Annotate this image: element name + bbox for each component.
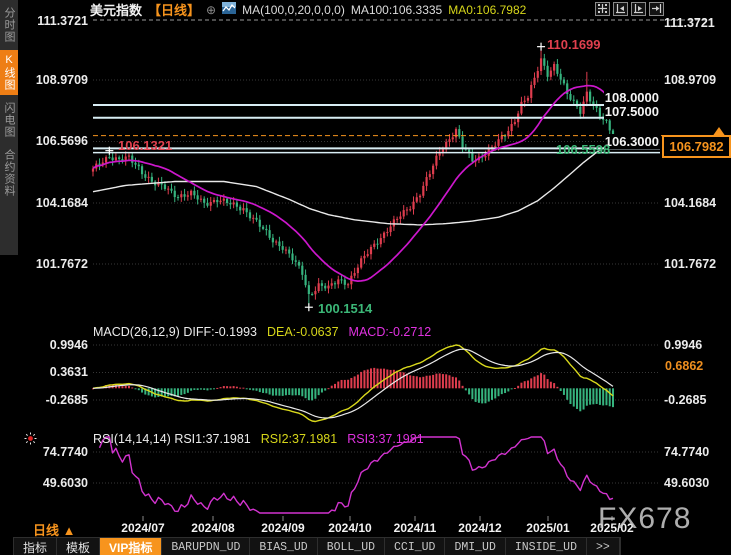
period-high-label: 110.1699 xyxy=(547,37,601,52)
chart-application-window: 分时图 K线图闪电图合约资料 美元指数 【日线】 ⊕ MA(100,0,20,0,… xyxy=(0,0,731,555)
move-cross-icon xyxy=(597,2,608,17)
axis-compress-right-button[interactable] xyxy=(631,2,646,16)
axis-compress-left-button[interactable] xyxy=(613,2,628,16)
axis-arrow-left-icon xyxy=(615,2,626,17)
price-axis-label-right: 108.9709 xyxy=(664,73,716,87)
macd-pane-header: MACD(26,12,9) DIFF:-0.1993 DEA:-0.0637 M… xyxy=(93,325,431,339)
sidebar-item-kline-chart[interactable]: K线图 xyxy=(0,50,18,95)
x-axis-tick-label: 2024/08 xyxy=(191,521,234,535)
ma100-value-label: MA100:106.3335 xyxy=(351,3,442,17)
rsi-title: RSI(14,14,14) RSI1:37.1981 xyxy=(93,432,251,446)
fx678-watermark: FX678 xyxy=(598,502,691,536)
move-button[interactable] xyxy=(595,2,610,16)
macd-title: MACD(26,12,9) DIFF:-0.1993 xyxy=(93,325,257,339)
rsi3-label: RSI3:37.1981 xyxy=(347,432,423,446)
rsi2-label: RSI2:37.1981 xyxy=(261,432,337,446)
page-forward-icon xyxy=(651,2,662,17)
price-axis-label-right: 111.3721 xyxy=(664,16,715,30)
macd-axis-label-left: -0.2685 xyxy=(20,393,88,407)
tab-vip-indicator[interactable]: VIP指标 xyxy=(100,538,162,555)
price-level-label: 107.5000 xyxy=(604,104,660,119)
add-indicator-icon[interactable]: ⊕ xyxy=(206,3,216,17)
tab-cci-ud[interactable]: CCI_UD xyxy=(385,538,445,555)
ma-end-value-label: 106.5598 xyxy=(556,142,610,157)
indicator-tab-bar: 指标模板VIP指标BARUPDN_UDBIAS_UDBOLL_UDCCI_UDD… xyxy=(13,537,621,555)
macd-value-badge: 0.6862 xyxy=(662,358,723,374)
price-axis-label-right: 104.1684 xyxy=(664,196,716,210)
price-axis-label-left: 111.3721 xyxy=(20,14,88,28)
left-level-label: 106.1321 xyxy=(118,138,172,153)
tab-dmi-ud[interactable]: DMI_UD xyxy=(445,538,505,555)
macd-axis-label-right: 0.9946 xyxy=(664,338,702,352)
tab-indicator[interactable]: 指标 xyxy=(14,538,57,555)
line-chart-icon xyxy=(222,2,236,17)
sidebar-item-flash-chart[interactable]: 闪电图 xyxy=(0,98,18,142)
chart-header: 美元指数 【日线】 ⊕ MA(100,0,20,0,0,0) MA100:106… xyxy=(90,0,526,19)
sidebar: 分时图 K线图闪电图合约资料 xyxy=(0,0,18,255)
tab-barupdn-ud[interactable]: BARUPDN_UD xyxy=(162,538,250,555)
price-axis-label-right: 101.7672 xyxy=(664,257,716,271)
macd-dea-label: DEA:-0.0637 xyxy=(267,325,339,339)
rsi-axis-label-left: 74.7740 xyxy=(20,445,88,459)
macd-axis-label-left: 0.9946 xyxy=(20,338,88,352)
price-axis-label-left: 106.5696 xyxy=(20,134,88,148)
tab-inside-ud[interactable]: INSIDE_UD xyxy=(506,538,587,555)
x-axis-tick-label: 2025/01 xyxy=(526,521,569,535)
price-axis-label-left: 101.7672 xyxy=(20,257,88,271)
tab-bias-ud[interactable]: BIAS_UD xyxy=(250,538,317,555)
x-axis-tick-label: 2024/12 xyxy=(458,521,501,535)
price-axis-label-left: 108.9709 xyxy=(20,73,88,87)
x-axis-tick-label: 2024/09 xyxy=(261,521,304,535)
rsi-axis-label-left: 49.6030 xyxy=(20,476,88,490)
x-axis-tick-label: 2024/07 xyxy=(121,521,164,535)
current-price-badge: 106.7982 xyxy=(662,135,731,158)
sidebar-item-contract-info[interactable]: 合约资料 xyxy=(0,145,18,201)
tab-boll-ud[interactable]: BOLL_UD xyxy=(318,538,385,555)
macd-macd-label: MACD:-0.2712 xyxy=(349,325,432,339)
tab-more[interactable]: >> xyxy=(587,538,620,555)
x-axis-tick-label: 2024/10 xyxy=(328,521,371,535)
period-low-label: 100.1514 xyxy=(318,301,372,316)
chart-toolbar-buttons xyxy=(595,2,664,16)
price-level-label: 106.3000 xyxy=(604,134,660,149)
period-tag: 【日线】 xyxy=(148,0,200,19)
axis-arrow-right-icon xyxy=(633,2,644,17)
chart-canvas[interactable] xyxy=(0,0,731,555)
rsi-pane-header: RSI(14,14,14) RSI1:37.1981 RSI2:37.1981 … xyxy=(93,432,424,446)
symbol-title: 美元指数 xyxy=(90,0,142,19)
ma-settings-label: MA(100,0,20,0,0,0) xyxy=(242,3,345,17)
rsi-axis-label-right: 49.6030 xyxy=(664,476,709,490)
tab-template[interactable]: 模板 xyxy=(57,538,100,555)
rsi-axis-label-right: 74.7740 xyxy=(664,445,709,459)
macd-axis-label-left: 0.3631 xyxy=(20,365,88,379)
x-axis-tick-label: 2024/11 xyxy=(394,521,437,535)
price-axis-label-left: 104.1684 xyxy=(20,196,88,210)
page-forward-button[interactable] xyxy=(649,2,664,16)
price-level-label: 108.0000 xyxy=(604,90,660,105)
macd-axis-label-right: -0.2685 xyxy=(664,393,706,407)
ma0-value-label: MA0:106.7982 xyxy=(448,3,526,17)
sidebar-item-timeshare-chart[interactable]: 分时图 xyxy=(0,3,18,47)
